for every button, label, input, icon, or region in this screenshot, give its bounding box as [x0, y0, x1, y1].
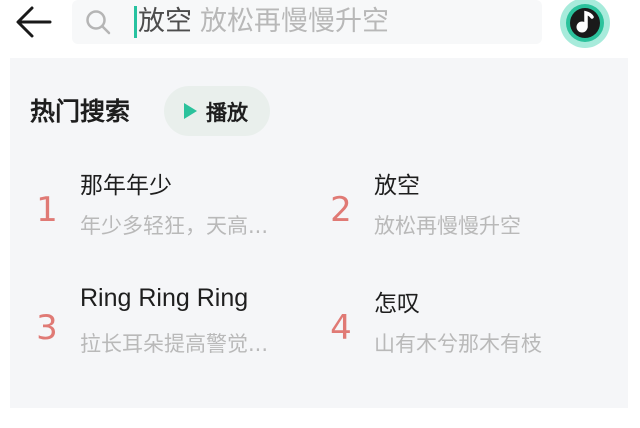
search-input-hint: 放松再慢慢升空 [200, 6, 389, 37]
hot-search-panel: 热门搜索 播放 1 那年年少 年少多轻狂，天高... 2 放空 放松再慢慢升空 … [10, 58, 628, 408]
search-input[interactable]: 放空 放松再慢慢升空 [72, 0, 542, 44]
hot-search-title: 热门搜索 [30, 97, 131, 126]
song-title: 怎叹 [374, 291, 420, 317]
song-title: Ring Ring Ring [80, 284, 249, 312]
song-title: 放空 [374, 173, 420, 199]
hot-search-item-4[interactable]: 4 怎叹 山有木兮那木有枝 [324, 284, 614, 364]
rank-number: 2 [330, 190, 352, 230]
song-description: 拉长耳朵提高警觉... [80, 332, 269, 356]
hot-search-item-2[interactable]: 2 放空 放松再慢慢升空 [324, 166, 614, 246]
play-icon [184, 103, 197, 119]
play-all-label: 播放 [206, 101, 248, 125]
song-title: 那年年少 [80, 173, 172, 199]
song-description: 放松再慢慢升空 [374, 214, 521, 238]
hot-search-item-1[interactable]: 1 那年年少 年少多轻狂，天高... [30, 166, 320, 246]
rank-number: 1 [36, 190, 58, 230]
search-screen: 放空 放松再慢慢升空 热门搜索 播放 1 那年年少 年少多轻狂，天高... 2 放… [0, 0, 640, 428]
search-input-value: 放空 [138, 6, 192, 37]
rank-number: 3 [36, 308, 58, 348]
hot-search-item-3[interactable]: 3 Ring Ring Ring 拉长耳朵提高警觉... [30, 284, 320, 364]
play-all-button[interactable]: 播放 [164, 86, 270, 136]
search-input-text: 放空 放松再慢慢升空 [138, 2, 389, 42]
back-arrow-icon[interactable] [14, 2, 54, 42]
top-bar: 放空 放松再慢慢升空 [0, 0, 640, 56]
text-cursor [134, 6, 137, 38]
search-icon [86, 10, 111, 35]
music-note-icon[interactable] [559, 0, 611, 49]
song-description: 山有木兮那木有枝 [374, 332, 542, 356]
rank-number: 4 [330, 308, 352, 348]
song-description: 年少多轻狂，天高... [80, 214, 269, 238]
